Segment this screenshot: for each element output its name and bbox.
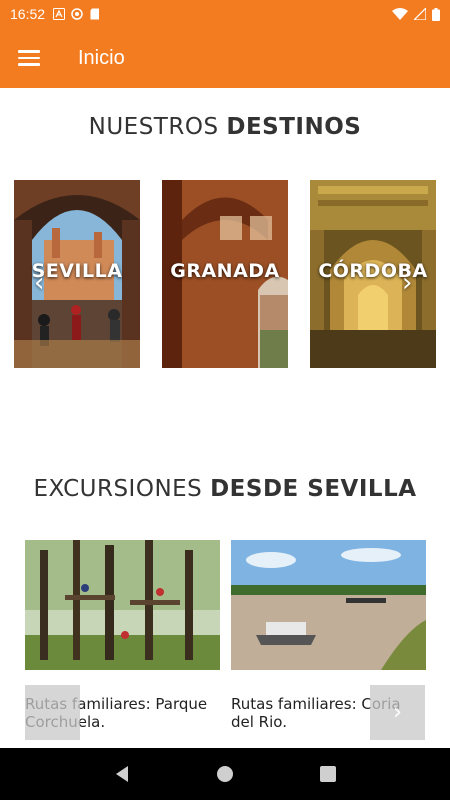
status-system-icons	[392, 7, 440, 21]
destination-card-sevilla[interactable]: SEVILLA	[14, 180, 140, 368]
home-icon[interactable]	[215, 764, 235, 784]
excursions-prev-button[interactable]	[25, 685, 80, 740]
destinations-section-title: NUESTROS DESTINOS	[88, 114, 362, 140]
system-navigation-bar	[0, 748, 450, 800]
signal-icon	[414, 8, 426, 20]
excursions-section-title: EXCURSIONES DESDE SEVILLA	[33, 476, 417, 502]
destination-label: CÓRDOBA	[318, 260, 428, 282]
carousel-prev-arrow-icon[interactable]: ‹	[34, 268, 44, 298]
back-icon[interactable]	[112, 764, 132, 784]
sd-card-icon	[90, 8, 100, 20]
app-bar: Inicio	[0, 28, 450, 88]
sync-notification-icon	[71, 8, 83, 20]
excursions-next-button[interactable]: ›	[370, 685, 425, 740]
chevron-right-icon: ›	[393, 700, 402, 725]
coria-del-rio-image	[231, 540, 426, 670]
status-time: 16:52	[10, 6, 46, 22]
destination-label: SEVILLA	[31, 260, 123, 282]
recents-icon[interactable]	[318, 764, 338, 784]
destination-card-cordoba[interactable]: CÓRDOBA	[310, 180, 436, 368]
hamburger-menu-icon[interactable]	[18, 45, 44, 71]
destination-label: GRANADA	[170, 260, 280, 282]
status-bar: 16:52	[0, 0, 450, 28]
carousel-next-arrow-icon[interactable]: ›	[402, 268, 412, 298]
page-title: Inicio	[78, 46, 125, 69]
parque-corchuela-image	[25, 540, 220, 670]
wifi-icon	[392, 8, 408, 20]
battery-icon	[432, 7, 440, 21]
destination-card-granada[interactable]: GRANADA	[162, 180, 288, 368]
text-notification-icon	[53, 8, 66, 20]
status-notification-icons	[53, 8, 101, 20]
